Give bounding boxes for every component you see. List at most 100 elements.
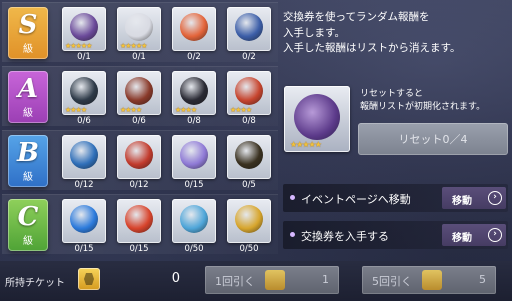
event-page-go-button[interactable]: 移動 ›	[442, 187, 506, 209]
blue-gem-icon	[70, 141, 98, 169]
tier-badge: A級	[8, 71, 48, 123]
orange-orb-icon	[180, 13, 208, 41]
reward-count: 0/12	[74, 180, 94, 190]
reward-item-frame	[227, 7, 271, 51]
reward-item-frame	[227, 199, 271, 243]
reset-button[interactable]: リセット0／4	[358, 123, 508, 155]
red-gem-icon	[125, 141, 153, 169]
reward-item[interactable]: 0/50	[223, 199, 275, 254]
reward-item[interactable]: 0/2	[223, 7, 275, 62]
reward-count: 0/2	[242, 52, 256, 62]
reward-count: 0/2	[187, 52, 201, 62]
draw-once-button[interactable]: 1回引く 1	[205, 266, 339, 294]
reward-item[interactable]: 0/12	[113, 135, 165, 190]
reward-count: 0/15	[129, 244, 149, 254]
purple-creature-icon	[294, 94, 340, 140]
red-scroll-icon	[235, 77, 263, 105]
draw-five-button[interactable]: 5回引く 5	[362, 266, 496, 294]
tier-kyu: 級	[23, 171, 33, 183]
tier-letter: C	[17, 201, 39, 232]
get-ticket-label: 交換券を入手する	[301, 230, 389, 243]
description-line-1: 交換券を使ってランダム報酬を	[283, 11, 430, 23]
reward-item-frame	[117, 135, 161, 179]
reward-count: 0/8	[242, 116, 256, 126]
rarity-stars: ★★★★★	[65, 42, 92, 50]
black-device-icon	[180, 77, 208, 105]
reward-item[interactable]: 0/12	[58, 135, 110, 190]
reward-item[interactable]: ★★★★★ 0/1	[58, 7, 110, 62]
purple-creature-icon	[70, 13, 98, 41]
ticket-icon	[265, 270, 285, 290]
ticket-icon	[422, 270, 442, 290]
reward-item[interactable]: 0/5	[223, 135, 275, 190]
rarity-stars: ★★★★	[230, 106, 252, 114]
rainbow-crystal-icon	[180, 141, 208, 169]
reward-item-frame: ★★★★★	[117, 7, 161, 51]
reward-item-frame	[62, 135, 106, 179]
reward-count: 0/12	[129, 180, 149, 190]
reward-item[interactable]: 0/15	[113, 199, 165, 254]
tier-letter: A	[17, 73, 39, 104]
go-label: 移動	[452, 196, 472, 207]
reward-count: 0/15	[184, 180, 204, 190]
chevron-right-icon: ›	[488, 228, 502, 242]
reward-grid: S 級 ★★★★★ 0/1 ★★★★★ 0/1 0/2 0/2 A 級 ★★★★ 0/6 ★★★★ 0/6…	[2, 2, 278, 255]
reward-item[interactable]: 0/50	[168, 199, 220, 254]
reward-count: 0/6	[77, 116, 91, 126]
reward-item[interactable]: ★★★★ 0/6	[113, 71, 165, 126]
reward-count: 0/8	[187, 116, 201, 126]
tier-letter: S	[18, 9, 38, 40]
tier-kyu: 級	[23, 235, 33, 247]
draw-once-label: 1回引く	[215, 275, 255, 288]
get-ticket-row: 交換券を入手する 移動 ›	[283, 221, 508, 249]
reset-note-line-2: 報酬リストが初期化されます。	[360, 102, 486, 112]
dark-container-icon	[70, 77, 98, 105]
red-blade-icon	[125, 77, 153, 105]
rarity-stars: ★★★★	[175, 106, 197, 114]
red-orb-icon	[125, 205, 153, 233]
get-ticket-go-button[interactable]: 移動 ›	[442, 224, 506, 246]
tier-row-s: S 級 ★★★★★ 0/1 ★★★★★ 0/1 0/2 0/2	[2, 2, 278, 62]
reset-note-line-1: リセットすると	[360, 89, 424, 99]
reward-count: 0/50	[239, 244, 259, 254]
blue-crystal-gear-icon	[235, 13, 263, 41]
reward-item[interactable]: ★★★★★ 0/1	[113, 7, 165, 62]
rarity-stars: ★★★★★	[290, 140, 322, 149]
blue-drop-icon	[180, 205, 208, 233]
ticket-label: 所持チケット	[5, 278, 65, 289]
reward-item-frame	[172, 199, 216, 243]
ticket-icon	[78, 268, 100, 290]
gold-coin-icon	[235, 205, 263, 233]
reward-count: 0/1	[77, 52, 91, 62]
reset-note: リセットすると 報酬リストが初期化されます。	[360, 88, 508, 114]
blue-orb-icon	[70, 205, 98, 233]
reward-count: 0/5	[242, 180, 256, 190]
gold-card-icon	[235, 141, 263, 169]
reward-item-frame: ★★★★★	[62, 7, 106, 51]
reward-item[interactable]: ★★★★ 0/8	[168, 71, 220, 126]
rarity-stars: ★★★★	[65, 106, 87, 114]
tier-row-c: C 級 0/15 0/15 0/50 0/50	[2, 194, 278, 254]
reward-item[interactable]: 0/15	[58, 199, 110, 254]
tier-row-a: A 級 ★★★★ 0/6 ★★★★ 0/6 ★★★★ 0/8 ★★★★ 0/8	[2, 66, 278, 126]
tier-badge: S級	[8, 7, 48, 59]
reward-count: 0/15	[74, 244, 94, 254]
reward-item-frame: ★★★★	[117, 71, 161, 115]
bullet-icon	[290, 232, 295, 237]
draw-once-cost: 1	[322, 273, 329, 286]
reward-item[interactable]: 0/15	[168, 135, 220, 190]
draw-five-label: 5回引く	[372, 275, 412, 288]
reset-section: ★★★★★ リセットすると 報酬リストが初期化されます。 リセット0／4	[284, 86, 508, 158]
description-line-2: 入手します。	[283, 26, 345, 39]
ticket-count: 0	[171, 271, 180, 286]
reward-item[interactable]: ★★★★ 0/6	[58, 71, 110, 126]
reward-item-frame	[62, 199, 106, 243]
reward-count: 0/6	[132, 116, 146, 126]
reward-item[interactable]: ★★★★ 0/8	[223, 71, 275, 126]
reward-count: 0/1	[132, 52, 146, 62]
reward-item[interactable]: 0/2	[168, 7, 220, 62]
rarity-stars: ★★★★★	[120, 42, 147, 50]
reward-item-frame: ★★★★	[227, 71, 271, 115]
tier-kyu: 級	[23, 43, 33, 55]
chevron-right-icon: ›	[488, 191, 502, 205]
